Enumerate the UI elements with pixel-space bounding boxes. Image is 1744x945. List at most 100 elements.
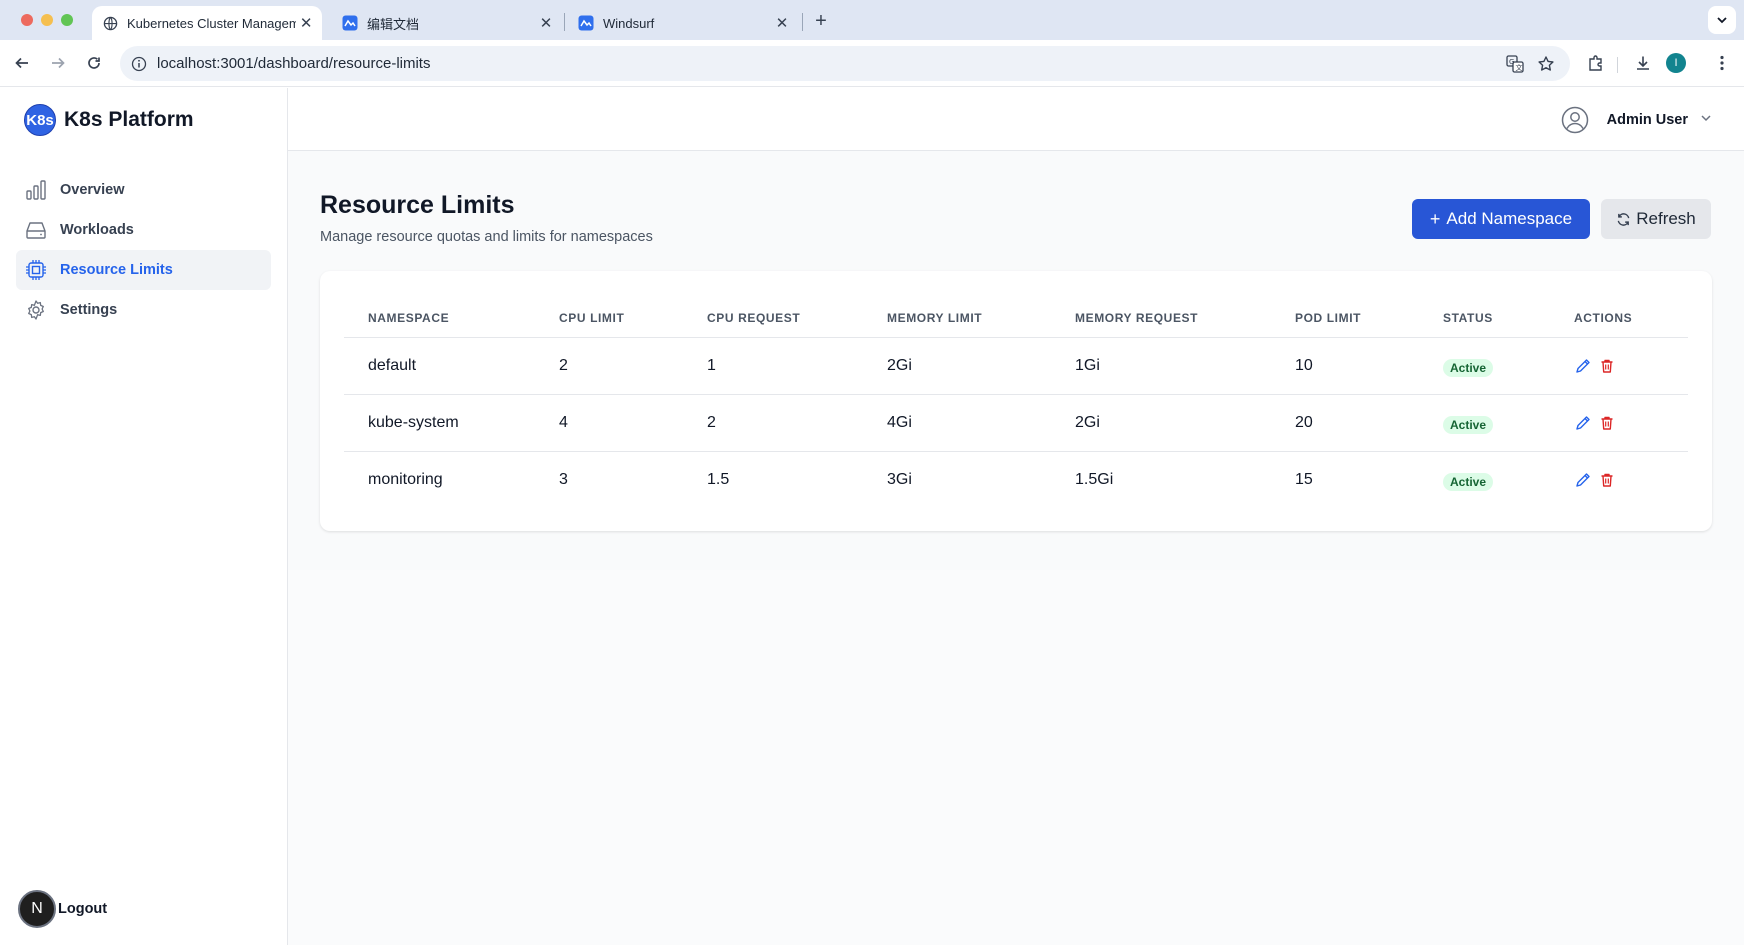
pod-limit-cell: 10 <box>1295 357 1313 374</box>
tab-title: Windsurf <box>603 15 655 31</box>
sidebar-item-label: Overview <box>60 182 125 198</box>
column-header-actions: ACTIONS <box>1574 311 1633 325</box>
memory-limit-cell: 4Gi <box>887 414 912 431</box>
sidebar: K8s K8s Platform Overview Workloads Reso… <box>0 88 288 945</box>
download-icon <box>1637 56 1649 70</box>
browser-tab-strip: Kubernetes Cluster Managem ✕ 编辑文档 ✕ Wind… <box>0 0 1744 40</box>
cpu-limit-cell: 4 <box>559 414 568 431</box>
status-badge: Active <box>1443 473 1494 491</box>
tab-separator <box>564 13 565 31</box>
tab-search-button[interactable] <box>1708 6 1736 34</box>
doc-app-icon <box>342 15 358 31</box>
address-bar[interactable]: localhost:3001/dashboard/resource-limits… <box>120 46 1570 81</box>
profile-avatar: I <box>1666 53 1686 73</box>
memory-limit-cell: 3Gi <box>887 471 912 488</box>
url-text: localhost:3001/dashboard/resource-limits <box>157 55 431 72</box>
browser-tab-kubernetes[interactable]: Kubernetes Cluster Managem ✕ <box>92 6 322 40</box>
add-namespace-button[interactable]: + Add Namespace <box>1412 199 1590 239</box>
window-minimize-button[interactable] <box>41 14 53 26</box>
browser-toolbar: localhost:3001/dashboard/resource-limits… <box>0 40 1744 87</box>
namespace-cell: kube-system <box>368 414 459 431</box>
memory-request-cell: 1.5Gi <box>1075 471 1114 488</box>
brand-name: K8s Platform <box>64 108 194 131</box>
main-content: Resource Limits Manage resource quotas a… <box>288 151 1744 570</box>
gear-icon <box>25 299 47 321</box>
cpu-request-cell: 2 <box>707 414 716 431</box>
delete-icon[interactable] <box>1598 414 1616 432</box>
window-maximize-button[interactable] <box>61 14 73 26</box>
arrow-right-icon <box>52 57 65 69</box>
browser-tab-windsurf[interactable]: Windsurf ✕ <box>568 6 798 40</box>
browser-tab-edit-doc[interactable]: 编辑文档 ✕ <box>332 6 562 40</box>
translate-icon[interactable]: G文 <box>1505 54 1525 74</box>
profile-button[interactable]: I <box>1663 50 1689 76</box>
close-tab-icon[interactable]: ✕ <box>536 13 556 33</box>
refresh-button[interactable]: Refresh <box>1601 199 1711 239</box>
pod-limit-cell: 20 <box>1295 414 1313 431</box>
page-title: Resource Limits <box>320 191 515 219</box>
bookmark-star-icon[interactable] <box>1536 54 1556 74</box>
chevron-down-icon <box>1717 17 1727 24</box>
status-badge: Active <box>1443 416 1494 434</box>
window-close-button[interactable] <box>21 14 33 26</box>
edit-icon[interactable] <box>1574 471 1592 489</box>
bar-chart-icon <box>25 179 47 201</box>
kebab-menu-icon <box>1720 55 1724 71</box>
delete-icon[interactable] <box>1598 471 1616 489</box>
reload-button[interactable] <box>81 50 107 76</box>
cpu-limit-cell: 2 <box>559 357 568 374</box>
user-avatar: N <box>18 890 56 928</box>
namespace-cell: default <box>368 357 417 374</box>
close-tab-icon[interactable]: ✕ <box>772 13 792 33</box>
tab-title: 编辑文档 <box>367 16 420 32</box>
svg-text:G: G <box>1509 58 1514 66</box>
column-header-pod-limit: POD LIMIT <box>1295 311 1362 325</box>
globe-icon <box>102 15 118 31</box>
memory-request-cell: 1Gi <box>1075 357 1100 374</box>
column-header-memory-request: MEMORY REQUEST <box>1075 311 1199 325</box>
delete-icon[interactable] <box>1598 357 1616 375</box>
close-tab-icon[interactable]: ✕ <box>296 13 316 33</box>
status-badge: Active <box>1443 359 1494 377</box>
namespace-cell: monitoring <box>368 471 443 488</box>
new-tab-button[interactable]: + <box>809 9 833 33</box>
forward-button[interactable] <box>45 50 71 76</box>
sidebar-item-label: Settings <box>60 302 118 318</box>
tab-separator <box>802 13 803 31</box>
cpu-request-cell: 1 <box>707 357 716 374</box>
cpu-limit-cell: 3 <box>559 471 568 488</box>
table-row: monitoring 3 1.5 3Gi 1.5Gi 15 Active <box>344 452 1688 509</box>
cpu-chip-icon <box>25 259 47 281</box>
sidebar-item-resource-limits[interactable]: Resource Limits <box>16 250 271 290</box>
back-button[interactable] <box>9 50 35 76</box>
user-menu[interactable]: Admin User <box>1561 106 1712 134</box>
cpu-request-cell: 1.5 <box>707 471 730 488</box>
toolbar-separator <box>1617 57 1618 73</box>
refresh-icon <box>1616 212 1631 227</box>
logout-button[interactable]: N Logout <box>18 890 107 928</box>
edit-icon[interactable] <box>1574 357 1592 375</box>
memory-limit-cell: 2Gi <box>887 357 912 374</box>
user-circle-icon <box>1561 106 1589 134</box>
downloads-button[interactable] <box>1630 50 1656 76</box>
sidebar-item-overview[interactable]: Overview <box>16 170 271 210</box>
sidebar-item-label: Resource Limits <box>60 262 173 278</box>
page-subtitle: Manage resource quotas and limits for na… <box>320 229 653 245</box>
puzzle-icon <box>1589 55 1602 71</box>
sidebar-item-settings[interactable]: Settings <box>16 290 271 330</box>
browser-menu-button[interactable] <box>1709 50 1735 76</box>
plus-icon: + <box>1429 208 1441 229</box>
site-info-icon[interactable] <box>131 56 147 72</box>
extensions-button[interactable] <box>1583 50 1609 76</box>
table-header: NAMESPACE CPU LIMIT CPU REQUEST MEMORY L… <box>344 295 1688 338</box>
resource-limits-card: NAMESPACE CPU LIMIT CPU REQUEST MEMORY L… <box>320 271 1712 531</box>
svg-text:文: 文 <box>1516 63 1523 72</box>
resource-limits-table: NAMESPACE CPU LIMIT CPU REQUEST MEMORY L… <box>344 295 1688 509</box>
brand[interactable]: K8s K8s Platform <box>24 104 194 136</box>
k8s-logo: K8s <box>24 104 56 136</box>
column-header-cpu-limit: CPU LIMIT <box>559 311 625 325</box>
table-row: kube-system 4 2 4Gi 2Gi 20 Active <box>344 395 1688 452</box>
edit-icon[interactable] <box>1574 414 1592 432</box>
pod-limit-cell: 15 <box>1295 471 1313 488</box>
sidebar-item-workloads[interactable]: Workloads <box>16 210 271 250</box>
